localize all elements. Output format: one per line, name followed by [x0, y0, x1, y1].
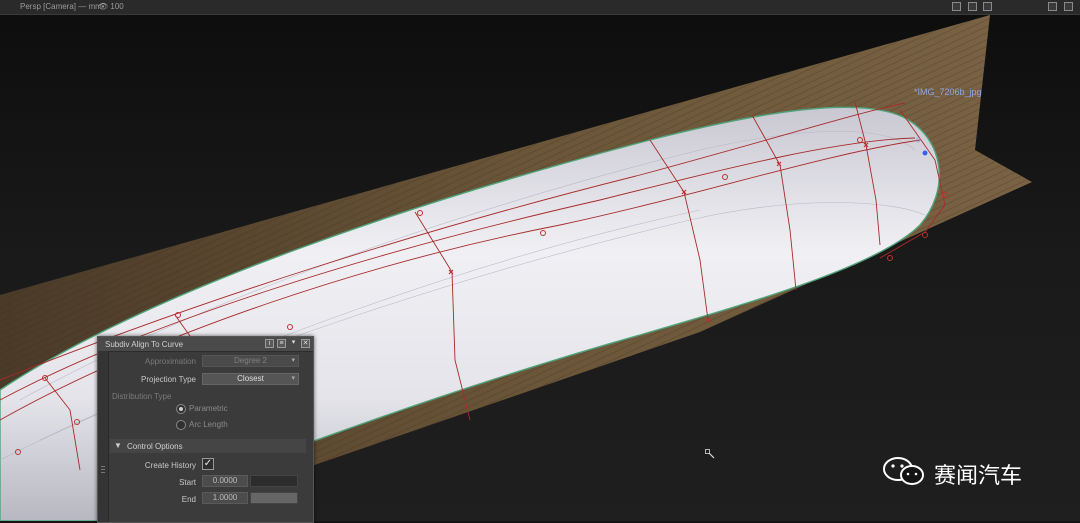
control-options-label: Control Options: [127, 442, 183, 451]
wechat-logo-icon: [883, 457, 924, 485]
control-options-header[interactable]: ▼ Control Options: [110, 439, 306, 453]
approximation-label: Approximation: [144, 357, 196, 366]
projection-type-label: Projection Type: [141, 375, 196, 384]
fov-value[interactable]: 👁 100: [98, 0, 124, 14]
viewport-header: Persp [Camera] — mm 👁 100: [0, 0, 1080, 15]
wechat-watermark: 赛闻汽车: [882, 456, 1062, 489]
reference-image-label: *IMG_7206b_jpg: [914, 87, 982, 97]
viewport-menu-icon[interactable]: [1064, 2, 1073, 11]
restore-icon[interactable]: [968, 2, 977, 11]
chevron-down-icon[interactable]: ▾: [289, 339, 298, 348]
caret-down-icon: ▾: [291, 357, 295, 364]
projection-type-dropdown[interactable]: Closest ▾: [202, 373, 299, 385]
radio-unselected-icon: [176, 420, 186, 430]
reset-icon[interactable]: ≡: [277, 339, 286, 348]
end-label: End: [181, 495, 196, 504]
mouse-cursor-icon: [705, 449, 715, 459]
radio-selected-icon: [176, 404, 186, 414]
maximize-icon[interactable]: [952, 2, 961, 11]
create-history-label: Create History: [144, 461, 196, 470]
eye-icon: 👁: [98, 2, 109, 11]
end-slider-fill: [251, 493, 297, 503]
camera-label[interactable]: Persp [Camera] — mm: [20, 0, 102, 14]
distribution-type-label: Distribution Type: [112, 392, 172, 401]
radio-arc-length-label: Arc Length: [189, 420, 228, 430]
close-viewport-icon[interactable]: [983, 2, 992, 11]
fov-label: 100: [110, 2, 124, 11]
cv-point: [887, 255, 893, 261]
info-icon[interactable]: i: [265, 339, 274, 348]
start-field[interactable]: 0.0000: [202, 475, 248, 487]
caret-down-icon: ▾: [291, 375, 295, 382]
layout-icon[interactable]: [1048, 2, 1057, 11]
start-label: Start: [179, 478, 196, 487]
projection-type-value: Closest: [237, 374, 264, 383]
radio-parametric[interactable]: Parametric: [176, 404, 228, 416]
subdiv-align-panel: Subdiv Align To Curve i ≡ ▾ ✕ Approximat…: [97, 336, 314, 523]
panel-titlebar[interactable]: Subdiv Align To Curve i ≡ ▾ ✕: [98, 337, 313, 352]
cv-point: [922, 232, 928, 238]
end-slider[interactable]: [250, 492, 298, 504]
close-icon[interactable]: ✕: [301, 339, 310, 348]
approximation-dropdown[interactable]: Degree 2 ▾: [202, 355, 299, 367]
watermark-text: 赛闻汽车: [934, 464, 1023, 489]
start-slider[interactable]: [250, 475, 298, 487]
radio-parametric-label: Parametric: [189, 404, 228, 414]
create-history-checkbox[interactable]: ✓: [202, 458, 214, 470]
expand-triangle-icon: ▼: [114, 441, 122, 450]
approximation-value: Degree 2: [234, 356, 267, 365]
radio-arc-length[interactable]: Arc Length: [176, 420, 228, 432]
panel-title: Subdiv Align To Curve: [105, 340, 184, 349]
end-field[interactable]: 1.0000: [202, 492, 248, 504]
checkmark-icon: ✓: [203, 458, 213, 469]
